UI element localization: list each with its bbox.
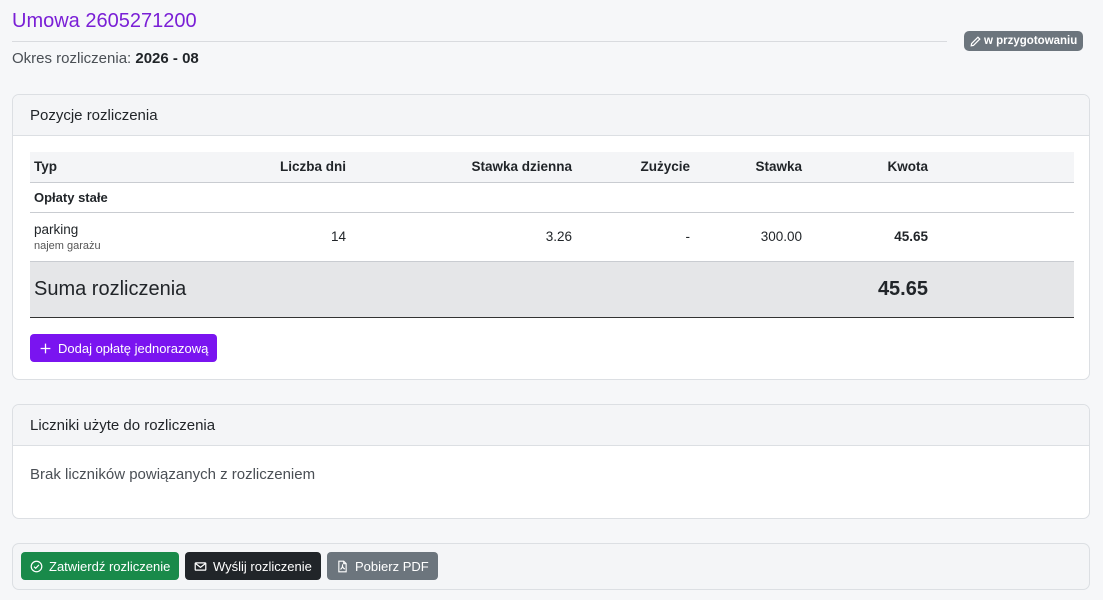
envelope-icon: [194, 561, 207, 571]
column-header-daily-rate: Stawka dzienna: [350, 152, 576, 183]
item-rate: 300.00: [694, 212, 806, 262]
item-type-cell: parking najem garażu: [30, 212, 170, 262]
column-header-usage: Zużycie: [576, 152, 694, 183]
download-pdf-label: Pobierz PDF: [355, 558, 429, 574]
check-circle-icon: [30, 560, 43, 572]
sum-row: Suma rozliczenia 45.65: [30, 261, 1074, 318]
add-one-time-fee-label: Dodaj opłatę jednorazową: [58, 340, 209, 356]
period-label: Okres rozliczenia:: [12, 50, 132, 67]
period-value: 2026 - 08: [135, 50, 199, 67]
positions-card: Pozycje rozliczenia Typ Liczba dni Stawk…: [12, 94, 1090, 380]
item-amount: 45.65: [806, 212, 932, 262]
meters-card-title: Liczniki użyte do rozliczenia: [30, 416, 216, 434]
download-pdf-button[interactable]: Pobierz PDF: [327, 552, 438, 580]
group-row: Opłaty stałe: [30, 182, 1074, 213]
positions-card-header: Pozycje rozliczenia: [13, 95, 1089, 136]
item-daily-rate: 3.26: [350, 212, 576, 262]
pencil-icon: [970, 35, 981, 47]
column-header-days: Liczba dni: [170, 152, 350, 183]
positions-card-title: Pozycje rozliczenia: [30, 106, 158, 124]
sum-value: 45.65: [806, 261, 932, 318]
title-divider: [12, 41, 947, 42]
sum-label: Suma rozliczenia: [30, 261, 806, 318]
meters-card: Liczniki użyte do rozliczenia Brak liczn…: [12, 404, 1090, 519]
status-badge-label: w przygotowaniu: [984, 35, 1078, 47]
column-header-spacer: [932, 152, 1074, 183]
pdf-file-icon: [338, 560, 347, 572]
column-header-rate: Stawka: [694, 152, 806, 183]
send-settlement-button[interactable]: Wyślij rozliczenie: [185, 552, 321, 580]
table-row: parking najem garażu 14 3.26 - 300.00 45…: [30, 212, 1074, 262]
column-header-amount: Kwota: [806, 152, 932, 183]
item-description: najem garażu: [34, 239, 101, 252]
positions-table: Typ Liczba dni Stawka dzienna Zużycie St…: [30, 152, 1074, 318]
approve-settlement-label: Zatwierdź rozliczenie: [49, 558, 171, 574]
actions-bar: Zatwierdź rozliczenie Wyślij rozliczenie…: [12, 543, 1090, 590]
page-title: Umowa 2605271200: [12, 10, 197, 32]
item-name: parking: [34, 221, 79, 237]
status-badge: w przygotowaniu: [964, 31, 1084, 51]
approve-settlement-button[interactable]: Zatwierdź rozliczenie: [21, 552, 180, 580]
add-one-time-fee-button[interactable]: Dodaj opłatę jednorazową: [30, 334, 218, 362]
table-header-row: Typ Liczba dni Stawka dzienna Zużycie St…: [30, 152, 1074, 183]
sum-spacer: [932, 261, 1074, 318]
column-header-type: Typ: [30, 152, 170, 183]
item-usage: -: [576, 212, 694, 262]
billing-period: Okres rozliczenia: 2026 - 08: [12, 50, 199, 67]
send-settlement-label: Wyślij rozliczenie: [213, 558, 312, 574]
item-days: 14: [170, 212, 350, 262]
plus-icon: [40, 343, 51, 353]
meters-empty-text: Brak liczników powiązanych z rozliczenie…: [30, 466, 316, 483]
group-label: Opłaty stałe: [30, 182, 1074, 213]
meters-card-header: Liczniki użyte do rozliczenia: [13, 405, 1089, 446]
item-spacer: [932, 212, 1074, 262]
